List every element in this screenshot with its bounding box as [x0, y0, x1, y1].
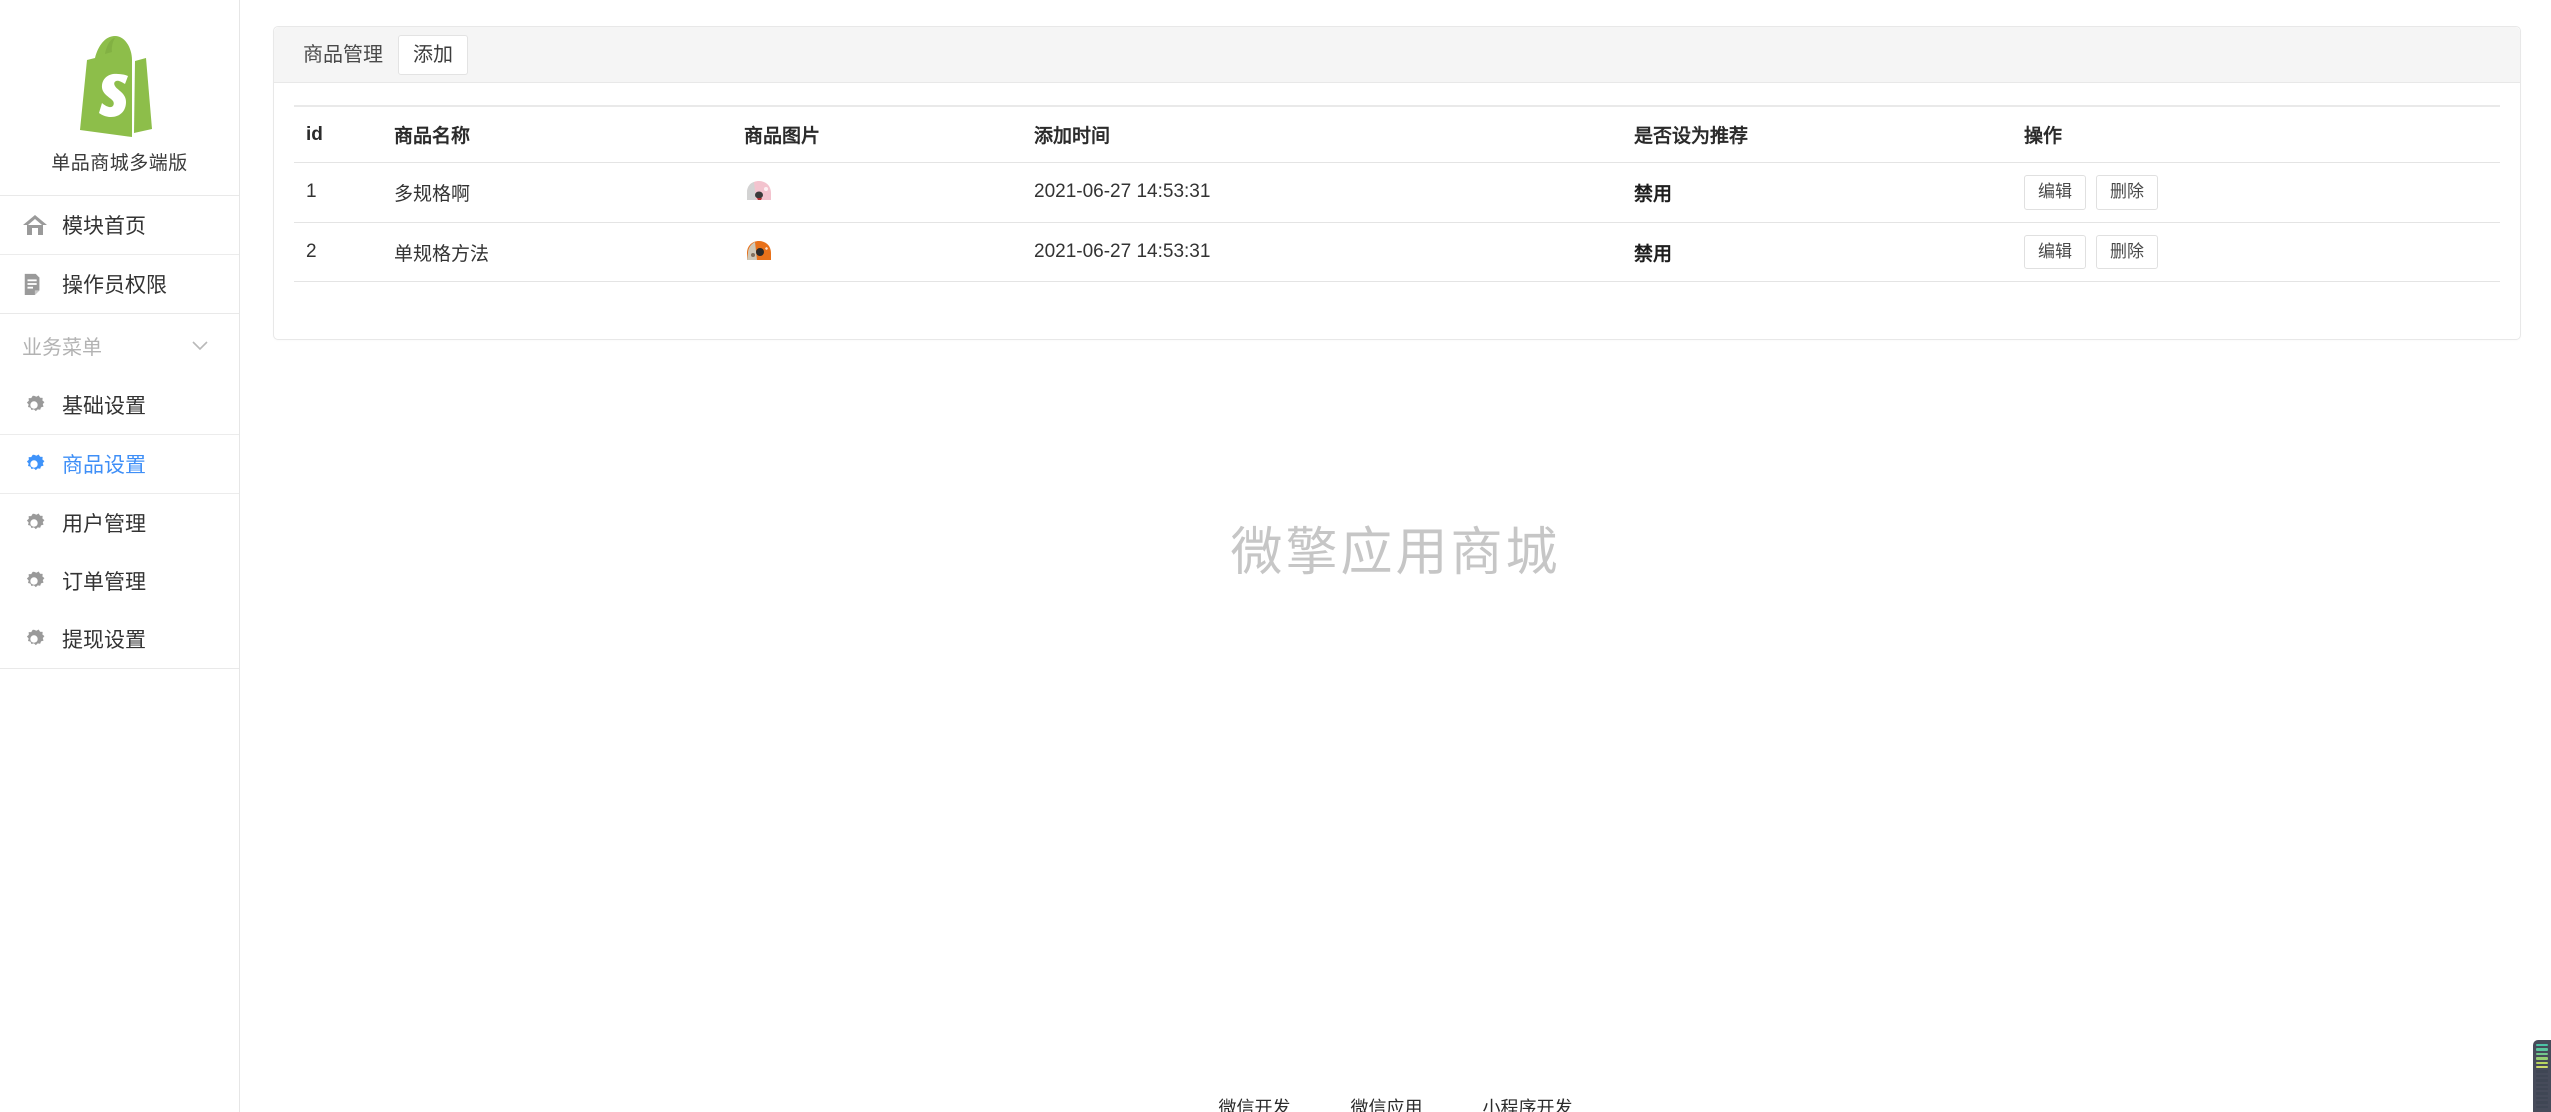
helmet-pink-thumbnail[interactable]: [744, 177, 774, 207]
products-table: id 商品名称 商品图片 添加时间 是否设为推荐 操作 1 多规格啊 2021-…: [294, 105, 2500, 283]
gear-icon: [22, 566, 56, 596]
watermark-text: 微擎应用商城: [1230, 524, 1561, 582]
meter-bar: [2536, 1061, 2548, 1064]
brand-header: 单品商城多端版: [0, 0, 239, 196]
sidebar-section-business-menu[interactable]: 业务菜单: [0, 314, 239, 376]
brand-name: 单品商城多端版: [51, 153, 188, 174]
nav-group-top: 模块首页 操作员权限: [0, 196, 239, 314]
cell-actions: 编辑 删除: [2024, 222, 2500, 283]
sidebar-item-operator-permissions[interactable]: 操作员权限: [0, 255, 239, 313]
sidebar-item-label: 商品设置: [62, 454, 146, 477]
meter-bar: [2536, 1065, 2548, 1069]
tab-product-management[interactable]: 商品管理: [288, 35, 398, 75]
table-row: 2 单规格方法 2021-06-27 14:53:31 禁用 编辑 删除: [294, 222, 2500, 283]
sidebar-item-order-management[interactable]: 订单管理: [0, 552, 239, 610]
document-pen-icon: [22, 269, 56, 299]
sidebar-item-user-management[interactable]: 用户管理: [0, 494, 239, 552]
status-badge: 禁用: [1634, 183, 1673, 205]
level-meter-widget[interactable]: [2533, 1040, 2551, 1112]
chevron-down-icon[interactable]: [189, 334, 211, 356]
meter-bar: [2536, 1048, 2548, 1051]
cell-id: 2: [294, 222, 394, 283]
content-panel: 商品管理 添加 id 商品名称 商品图片 添加时间 是否设为推荐 操作 1 多规…: [273, 26, 2521, 340]
meter-bar: [2536, 1087, 2548, 1091]
sidebar-item-label: 模块首页: [62, 215, 146, 238]
status-badge: 禁用: [1634, 243, 1673, 265]
column-header-recommend: 是否设为推荐: [1634, 105, 2024, 163]
column-header-time: 添加时间: [1034, 105, 1634, 163]
gear-icon: [22, 508, 56, 538]
meter-bar: [2536, 1092, 2548, 1095]
cell-recommend: 禁用: [1634, 162, 2024, 223]
column-header-id: id: [294, 105, 394, 163]
delete-button[interactable]: 删除: [2096, 175, 2158, 210]
cell-id: 1: [294, 162, 394, 223]
delete-button[interactable]: 删除: [2096, 234, 2158, 270]
cell-name: 多规格啊: [394, 162, 744, 223]
meter-bar: [2536, 1105, 2548, 1108]
helmet-orange-thumbnail[interactable]: [744, 237, 774, 267]
cell-name: 单规格方法: [394, 222, 744, 283]
footer-link-wechat-app[interactable]: 微信应用: [1351, 1094, 1423, 1112]
home-icon: [22, 210, 56, 240]
table-wrapper: id 商品名称 商品图片 添加时间 是否设为推荐 操作 1 多规格啊 2021-…: [274, 83, 2520, 283]
sidebar-item-home[interactable]: 模块首页: [0, 196, 239, 254]
gear-icon: [22, 449, 56, 479]
sidebar-item-product-settings[interactable]: 商品设置: [0, 435, 239, 493]
cell-time: 2021-06-27 14:53:31: [1034, 162, 1634, 223]
cell-time: 2021-06-27 14:53:31: [1034, 222, 1634, 283]
edit-button[interactable]: 编辑: [2024, 234, 2086, 270]
cell-image: [744, 162, 1034, 223]
main-content: 商品管理 添加 id 商品名称 商品图片 添加时间 是否设为推荐 操作 1 多规…: [240, 0, 2551, 1112]
cell-actions: 编辑 删除: [2024, 162, 2500, 223]
table-header-row: id 商品名称 商品图片 添加时间 是否设为推荐 操作: [294, 105, 2500, 163]
sidebar-item-label: 基础设置: [62, 395, 146, 418]
cell-recommend: 禁用: [1634, 222, 2024, 283]
sidebar-item-label: 订单管理: [62, 571, 146, 594]
app-root: 单品商城多端版 模块首页 操作员权限 业务菜单 基础设置 商品设置 用户管理 订…: [0, 0, 2551, 1112]
footer-links: 微信开发 微信应用 小程序开发: [240, 1078, 2551, 1112]
sidebar-item-label: 提现设置: [62, 629, 146, 652]
footer-link-miniprogram[interactable]: 小程序开发: [1483, 1094, 1573, 1112]
sidebar-item-label: 操作员权限: [62, 274, 167, 297]
meter-bar: [2536, 1096, 2548, 1100]
footer-link-wechat-dev[interactable]: 微信开发: [1219, 1094, 1291, 1112]
column-header-image: 商品图片: [744, 105, 1034, 163]
table-body: 1 多规格啊 2021-06-27 14:53:31 禁用 编辑 删除 2 单规…: [294, 162, 2500, 283]
row-actions: 编辑 删除: [2024, 175, 2500, 210]
sidebar-item-withdraw-settings[interactable]: 提现设置: [0, 610, 239, 668]
column-header-name: 商品名称: [394, 105, 744, 163]
meter-bar: [2536, 1057, 2548, 1060]
tab-add[interactable]: 添加: [398, 34, 468, 75]
meter-bar: [2536, 1052, 2548, 1056]
sidebar-item-label: 用户管理: [62, 513, 146, 536]
shopify-bag-logo: [74, 30, 166, 138]
column-header-actions: 操作: [2024, 105, 2500, 163]
nav-group-business: 基础设置 商品设置 用户管理 订单管理 提现设置: [0, 376, 239, 669]
table-head: id 商品名称 商品图片 添加时间 是否设为推荐 操作: [294, 105, 2500, 163]
meter-bar: [2536, 1070, 2548, 1073]
meter-bar: [2536, 1083, 2548, 1086]
edit-button[interactable]: 编辑: [2024, 175, 2086, 210]
table-row: 1 多规格啊 2021-06-27 14:53:31 禁用 编辑 删除: [294, 162, 2500, 223]
sidebar-section-label: 业务菜单: [22, 336, 102, 359]
row-actions: 编辑 删除: [2024, 234, 2500, 270]
meter-bar: [2536, 1074, 2548, 1078]
meter-bar: [2536, 1101, 2548, 1104]
tab-bar: 商品管理 添加: [274, 27, 2520, 83]
gear-icon: [22, 624, 56, 654]
cell-image: [744, 222, 1034, 283]
meter-bar: [2536, 1079, 2548, 1082]
sidebar: 单品商城多端版 模块首页 操作员权限 业务菜单 基础设置 商品设置 用户管理 订…: [0, 0, 240, 1112]
meter-bar: [2536, 1043, 2548, 1047]
gear-icon: [22, 390, 56, 420]
sidebar-item-basic-settings[interactable]: 基础设置: [0, 376, 239, 434]
